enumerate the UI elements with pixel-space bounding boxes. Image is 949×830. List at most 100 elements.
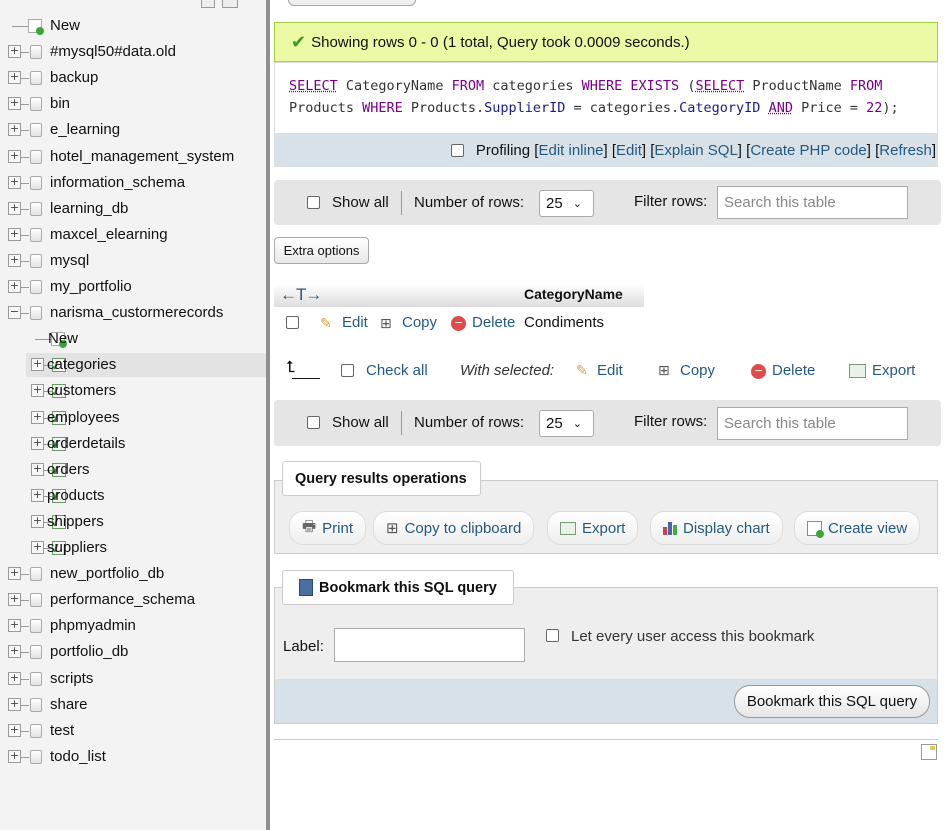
rows-select[interactable]: 25 ⌄ <box>539 190 594 217</box>
sidebar-item[interactable]: + shippers <box>26 510 266 534</box>
sidebar-item[interactable]: + e_learning <box>0 118 266 142</box>
expand-icon[interactable]: + <box>8 45 21 58</box>
refresh-link[interactable]: Refresh <box>879 142 932 159</box>
bookmark-submit-button[interactable]: Bookmark this SQL query <box>734 685 930 718</box>
expand-icon[interactable]: + <box>31 489 44 502</box>
sidebar-item[interactable]: + portfolio_db <box>0 640 266 664</box>
expand-icon[interactable]: + <box>8 698 21 711</box>
export-button[interactable]: Export <box>547 511 639 545</box>
expand-icon[interactable]: + <box>8 724 21 737</box>
sidebar-item[interactable]: + employees <box>26 406 266 430</box>
collapse-all-icon[interactable] <box>201 0 215 8</box>
link-icon[interactable] <box>222 0 238 8</box>
sidebar-item[interactable]: New <box>0 14 266 38</box>
sidebar-item[interactable]: + hotel_management_system <box>0 145 266 169</box>
expand-icon[interactable]: + <box>8 202 21 215</box>
expand-icon[interactable]: + <box>8 97 21 110</box>
filter-input[interactable]: Search this table <box>717 407 908 440</box>
expand-icon[interactable]: + <box>8 176 21 189</box>
expand-icon[interactable]: + <box>31 463 44 476</box>
sidebar-item[interactable]: + todo_list <box>0 745 266 769</box>
expand-icon[interactable]: + <box>8 672 21 685</box>
row-checkbox[interactable] <box>286 316 299 329</box>
row-edit-link[interactable]: Edit <box>342 314 368 331</box>
create-php-code-link[interactable]: Create PHP code <box>750 142 866 159</box>
sidebar-item[interactable]: + orderdetails <box>26 432 266 456</box>
sidebar-item[interactable]: + information_schema <box>0 171 266 195</box>
sidebar-item[interactable]: + suppliers <box>26 536 266 560</box>
sidebar-item[interactable]: + maxcel_elearning <box>0 223 266 247</box>
expand-icon[interactable]: + <box>8 71 21 84</box>
show-all-checkbox[interactable] <box>307 416 320 429</box>
sidebar-item[interactable]: + backup <box>0 66 266 90</box>
sidebar-item[interactable]: + new_portfolio_db <box>0 562 266 586</box>
sidebar-item[interactable]: + #mysql50#data.old <box>0 40 266 64</box>
sidebar-item[interactable]: + share <box>0 693 266 717</box>
sidebar-item[interactable]: + test <box>0 719 266 743</box>
sidebar-item[interactable]: + phpmyadmin <box>0 614 266 638</box>
expand-icon[interactable]: + <box>31 358 44 371</box>
expand-icon[interactable]: + <box>8 567 21 580</box>
sql-query[interactable]: SELECT CategoryName FROM categories WHER… <box>274 62 938 134</box>
expand-icon[interactable]: + <box>8 645 21 658</box>
sidebar-item-label: information_schema <box>50 174 186 191</box>
row-copy-link[interactable]: Copy <box>402 314 437 331</box>
create-view-button[interactable]: Create view <box>794 511 921 545</box>
bookmark-label-text: Label: <box>283 638 324 655</box>
success-message: ✔ Showing rows 0 - 0 (1 total, Query too… <box>274 22 938 62</box>
expand-icon[interactable]: + <box>8 750 21 763</box>
expand-icon[interactable]: + <box>8 254 21 267</box>
expand-icon[interactable]: + <box>31 411 44 424</box>
edit-link[interactable]: Edit <box>616 142 642 159</box>
sidebar-item[interactable]: + categories <box>26 353 266 377</box>
rows-select[interactable]: 25 ⌄ <box>539 410 594 437</box>
filter-input[interactable]: Search this table <box>717 186 908 219</box>
expand-icon[interactable]: + <box>31 437 44 450</box>
arrows-icon[interactable]: ←T→ <box>280 285 322 305</box>
filter-label: Filter rows: <box>634 413 708 430</box>
expand-icon[interactable]: + <box>31 384 44 397</box>
explain-sql-link[interactable]: Explain SQL <box>654 142 737 159</box>
expand-icon[interactable]: + <box>31 541 44 554</box>
top-button[interactable] <box>288 0 416 6</box>
sidebar-item[interactable]: + products <box>26 484 266 508</box>
bulk-copy-button[interactable]: Copy <box>680 362 715 379</box>
sidebar-item[interactable]: + orders <box>26 458 266 482</box>
expand-icon[interactable]: + <box>8 593 21 606</box>
print-button[interactable]: 🖶 Print <box>289 511 367 545</box>
bulk-export-button[interactable]: Export <box>872 362 915 379</box>
sidebar-item[interactable]: + bin <box>0 92 266 116</box>
expand-icon[interactable]: + <box>8 123 21 136</box>
edit-inline-link[interactable]: Edit inline <box>538 142 603 159</box>
sidebar-item[interactable]: − narisma_custormerecords <box>0 301 266 325</box>
sidebar-item[interactable]: + mysql <box>0 249 266 273</box>
database-icon <box>30 228 42 242</box>
check-all-label[interactable]: Check all <box>366 362 428 379</box>
sidebar-item[interactable]: + scripts <box>0 667 266 691</box>
sidebar-item[interactable]: + learning_db <box>0 197 266 221</box>
sidebar-item[interactable]: + customers <box>26 379 266 403</box>
sidebar-item[interactable]: New <box>26 327 266 351</box>
check-all-checkbox[interactable] <box>341 364 354 377</box>
copy-to-clipboard-button[interactable]: ⊞ Copy to clipboard <box>373 511 535 545</box>
expand-icon[interactable]: + <box>31 515 44 528</box>
share-bookmark-checkbox[interactable] <box>546 629 559 642</box>
bulk-edit-button[interactable]: Edit <box>597 362 623 379</box>
sidebar-item[interactable]: + my_portfolio <box>0 275 266 299</box>
profiling-checkbox[interactable] <box>450 144 464 157</box>
expand-icon[interactable]: + <box>8 150 21 163</box>
bookmark-label-input[interactable] <box>334 628 525 662</box>
collapse-icon[interactable]: − <box>8 306 21 319</box>
bulk-delete-button[interactable]: Delete <box>772 362 815 379</box>
row-delete-link[interactable]: Delete <box>472 314 515 331</box>
expand-icon[interactable]: + <box>8 280 21 293</box>
console-icon[interactable] <box>921 744 937 760</box>
expand-icon[interactable]: + <box>8 228 21 241</box>
extra-options-button[interactable]: Extra options <box>274 237 369 264</box>
show-all-checkbox[interactable] <box>307 196 320 209</box>
expand-icon[interactable]: + <box>8 619 21 632</box>
column-header-categoryname[interactable]: CategoryName <box>519 284 644 307</box>
sidebar-item[interactable]: + performance_schema <box>0 588 266 612</box>
display-chart-button[interactable]: Display chart <box>650 511 783 545</box>
